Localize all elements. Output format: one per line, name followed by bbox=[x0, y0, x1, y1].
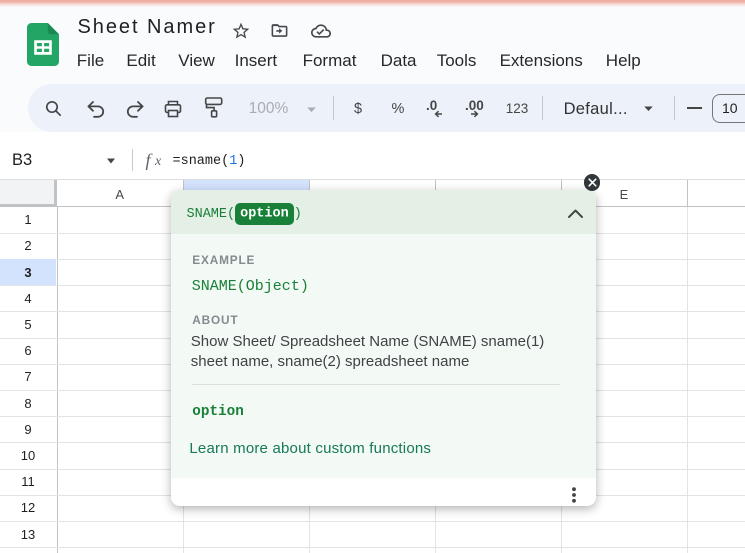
svg-text:.0: .0 bbox=[426, 98, 437, 113]
svg-text:.00: .00 bbox=[465, 98, 484, 113]
